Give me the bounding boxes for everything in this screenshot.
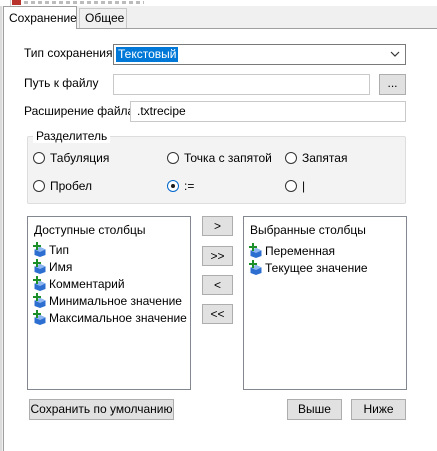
add-column-cube-icon — [33, 293, 46, 308]
tab-general[interactable]: Общее — [79, 8, 127, 28]
separator-group-label: Разделитель — [33, 129, 111, 143]
add-column-cube-icon — [249, 260, 262, 275]
radio-tab-label[interactable]: Табуляция — [50, 151, 109, 165]
separator-group — [27, 136, 406, 204]
list-item-label: Комментарий — [49, 277, 125, 291]
radio-comma[interactable] — [285, 152, 297, 164]
radio-assign[interactable] — [167, 180, 179, 192]
list-item-label: Переменная — [265, 244, 335, 258]
move-up-button[interactable]: Выше — [287, 399, 342, 420]
save-type-label: Тип сохранения — [24, 46, 113, 60]
radio-pipe-label[interactable]: | — [302, 179, 305, 193]
radio-semicolon[interactable] — [167, 152, 179, 164]
save-type-value: Текстовый — [116, 47, 179, 62]
radio-space-label[interactable]: Пробел — [50, 179, 92, 193]
move-down-button[interactable]: Ниже — [351, 399, 406, 420]
radio-pipe[interactable] — [285, 180, 297, 192]
list-item-label: Минимальное значение — [49, 294, 182, 308]
add-column-cube-icon — [33, 276, 46, 291]
selected-columns-header: Выбранные столбцы — [250, 223, 366, 237]
save-type-dropdown[interactable]: Текстовый — [113, 44, 406, 65]
available-columns-list[interactable]: Доступные столбцы Тип Имя Комментарий Ми… — [27, 216, 191, 390]
window-left-edge — [0, 6, 2, 451]
browse-button[interactable]: ... — [379, 74, 406, 95]
file-path-label: Путь к файлу — [24, 76, 99, 90]
radio-semicolon-label[interactable]: Точка с запятой — [184, 151, 272, 165]
radio-comma-label[interactable]: Запятая — [302, 151, 347, 165]
list-item-label: Текущее значение — [265, 261, 368, 275]
file-ext-label: Расширение файла — [24, 104, 135, 118]
remove-column-button[interactable]: < — [202, 275, 233, 295]
list-item-label: Максимальное значение — [49, 311, 187, 325]
save-default-button[interactable]: Сохранить по умолчанию — [29, 399, 174, 420]
radio-assign-label[interactable]: := — [184, 179, 194, 193]
radio-space[interactable] — [33, 180, 45, 192]
available-columns-header: Доступные столбцы — [34, 223, 146, 237]
tab-save[interactable]: Сохранение — [3, 6, 77, 29]
file-ext-input[interactable]: .txtrecipe — [130, 101, 406, 122]
add-column-cube-icon — [33, 259, 46, 274]
list-item-label: Имя — [49, 260, 73, 274]
add-column-button[interactable]: > — [202, 216, 233, 236]
window-title-text-cropped — [24, 1, 144, 4]
m-app-icon — [12, 0, 21, 5]
chevron-down-icon — [390, 51, 400, 57]
add-column-cube-icon — [249, 243, 262, 258]
add-column-cube-icon — [33, 310, 46, 325]
file-path-input[interactable] — [113, 74, 370, 95]
remove-all-columns-button[interactable]: << — [202, 304, 233, 324]
add-column-cube-icon — [33, 242, 46, 257]
selected-columns-list[interactable]: Выбранные столбцы Переменная Текущее зна… — [243, 216, 407, 390]
add-all-columns-button[interactable]: >> — [202, 246, 233, 266]
radio-tab[interactable] — [33, 152, 45, 164]
list-item-label: Тип — [49, 243, 70, 257]
